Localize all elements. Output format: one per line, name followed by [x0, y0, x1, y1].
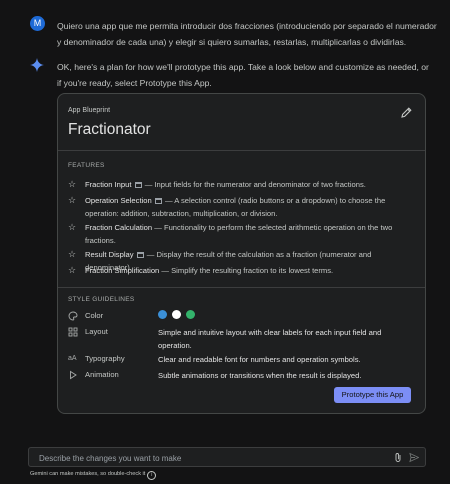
layout-icon: [68, 327, 78, 337]
blueprint-kicker: App Blueprint: [68, 107, 111, 114]
guideline-value: Simple and intuitive layout with clear l…: [158, 328, 382, 350]
color-swatch: [186, 310, 195, 319]
feature-name: Fraction Simplification: [85, 266, 160, 275]
star-icon: ☆: [68, 222, 77, 232]
ui-window-icon: [134, 182, 142, 188]
ui-window-icon: [154, 198, 162, 204]
feature-desc: — Input fields for the numerator and den…: [144, 180, 366, 189]
guideline-value: Subtle animations or transitions when th…: [158, 371, 362, 380]
star-icon: ☆: [68, 195, 77, 205]
palette-icon: [68, 311, 78, 321]
typography-icon: aA: [68, 355, 77, 362]
blueprint-title: Fractionator: [68, 121, 151, 138]
color-swatches: [158, 310, 413, 324]
divider: [58, 287, 425, 288]
assistant-message: OK, here's a plan for how we'll prototyp…: [57, 62, 429, 88]
play-icon: [70, 370, 77, 380]
feature-desc: — Simplify the resulting fraction to its…: [161, 266, 334, 275]
features-label: FEATURES: [68, 162, 105, 169]
app-blueprint-card: App Blueprint Fractionator FEATURES ☆ Fr…: [57, 93, 426, 414]
prompt-input[interactable]: [37, 451, 371, 466]
feature-name: Result Display: [85, 250, 134, 259]
disclaimer: Gemini can make mistakes, so double-chec…: [30, 471, 157, 480]
ui-window-icon: [136, 252, 144, 258]
user-message: Quiero una app que me permita introducir…: [57, 21, 437, 47]
star-icon: ☆: [68, 179, 77, 189]
prompt-input-bar: [28, 447, 426, 467]
avatar[interactable]: M: [30, 16, 45, 31]
info-icon[interactable]: i: [147, 471, 157, 480]
feature-name: Fraction Input: [85, 180, 132, 189]
feature-name: Fraction Calculation: [85, 223, 153, 232]
guideline-name: Layout: [85, 327, 108, 336]
star-icon: ☆: [68, 249, 77, 259]
color-swatch: [172, 310, 181, 319]
send-icon[interactable]: [409, 452, 419, 463]
style-guidelines-label: STYLE GUIDELINES: [68, 296, 135, 303]
gemini-sparkle-icon: [30, 58, 44, 72]
star-icon: ☆: [68, 265, 77, 275]
guideline-value: Clear and readable font for numbers and …: [158, 355, 361, 364]
prototype-this-app-button[interactable]: Prototype this App: [334, 387, 411, 403]
feature-name: Operation Selection: [85, 196, 152, 205]
guideline-name: Color: [85, 311, 104, 320]
edit-pencil-icon[interactable]: [400, 106, 413, 119]
guideline-name: Typography: [85, 354, 125, 363]
divider: [58, 150, 425, 151]
color-swatch: [158, 310, 167, 319]
attach-paperclip-icon[interactable]: [393, 452, 403, 463]
disclaimer-text: Gemini can make mistakes, so double-chec…: [30, 471, 146, 477]
guideline-name: Animation: [85, 370, 119, 379]
